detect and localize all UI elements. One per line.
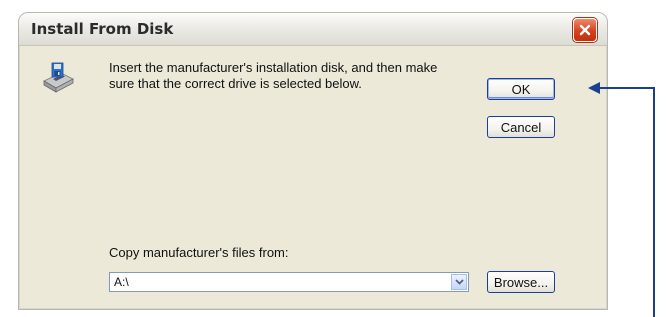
callout-arrow (588, 82, 655, 317)
stage: Install From Disk Insert the manufacture… (0, 0, 666, 317)
